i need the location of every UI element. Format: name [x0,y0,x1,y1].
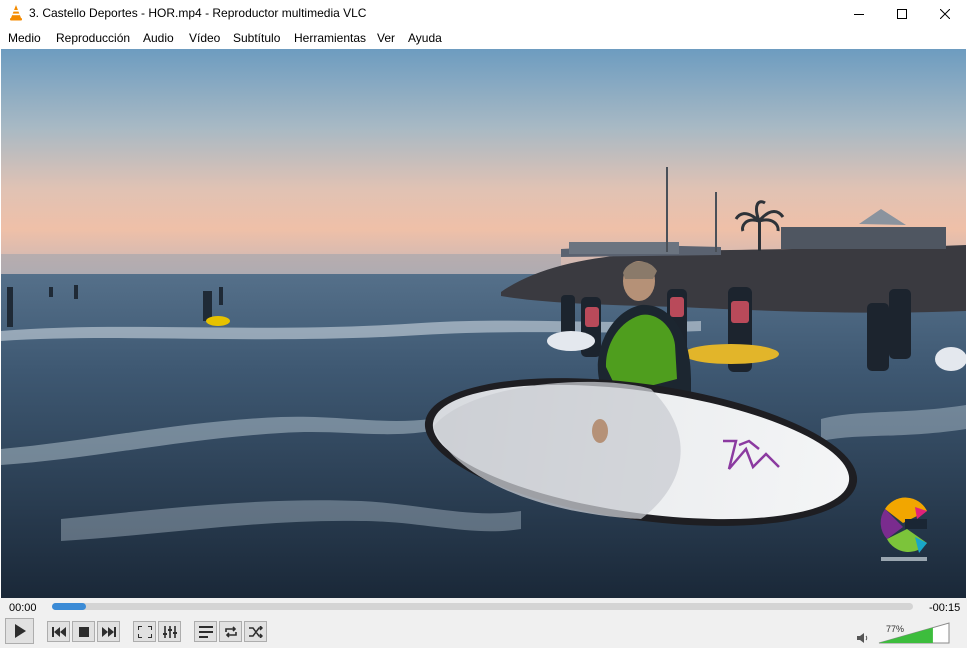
menu-medio[interactable]: Medio [8,31,41,45]
menu-ayuda[interactable]: Ayuda [408,31,442,45]
playlist-button[interactable] [194,621,217,642]
stop-button[interactable] [72,621,95,642]
shuffle-icon [248,625,263,638]
close-button[interactable] [923,0,967,28]
minimize-button[interactable] [837,0,881,28]
menu-audio[interactable]: Audio [143,31,174,45]
elapsed-time[interactable]: 00:00 [9,602,37,614]
previous-icon [51,626,66,637]
shuffle-button[interactable] [244,621,267,642]
playlist-icon [198,625,213,638]
play-icon [14,624,26,638]
extended-settings-button[interactable] [158,621,181,642]
menu-ver[interactable]: Ver [377,31,395,45]
fullscreen-button[interactable] [133,621,156,642]
next-button[interactable] [97,621,120,642]
menu-reproduccion[interactable]: Reproducción [56,31,130,45]
previous-button[interactable] [47,621,70,642]
video-frame [1,49,966,598]
menu-bar: Medio Reproducción Audio Vídeo Subtítulo… [0,28,967,48]
video-display[interactable] [1,49,966,598]
remaining-time[interactable]: -00:15 [929,602,960,614]
next-icon [101,626,116,637]
loop-button[interactable] [219,621,242,642]
stop-icon [78,626,89,637]
maximize-icon [897,9,907,19]
seek-progress [52,603,87,610]
speaker-icon[interactable] [857,633,869,643]
control-panel: 00:00 -00:15 77% [0,598,967,648]
loop-icon [224,625,237,638]
maximize-button[interactable] [880,0,924,28]
vlc-cone-icon [10,5,22,21]
close-icon [940,9,950,19]
volume-slider[interactable] [878,622,950,644]
fullscreen-icon [137,625,152,638]
menu-herramientas[interactable]: Herramientas [294,31,366,45]
seek-bar[interactable] [52,603,913,610]
menu-video[interactable]: Vídeo [189,31,220,45]
minimize-icon [854,14,864,15]
menu-subtitulo[interactable]: Subtítulo [233,31,280,45]
extended-settings-icon [162,625,177,638]
window-title: 3. Castello Deportes - HOR.mp4 - Reprodu… [29,6,367,20]
play-button[interactable] [5,618,34,644]
title-bar: 3. Castello Deportes - HOR.mp4 - Reprodu… [0,0,967,28]
